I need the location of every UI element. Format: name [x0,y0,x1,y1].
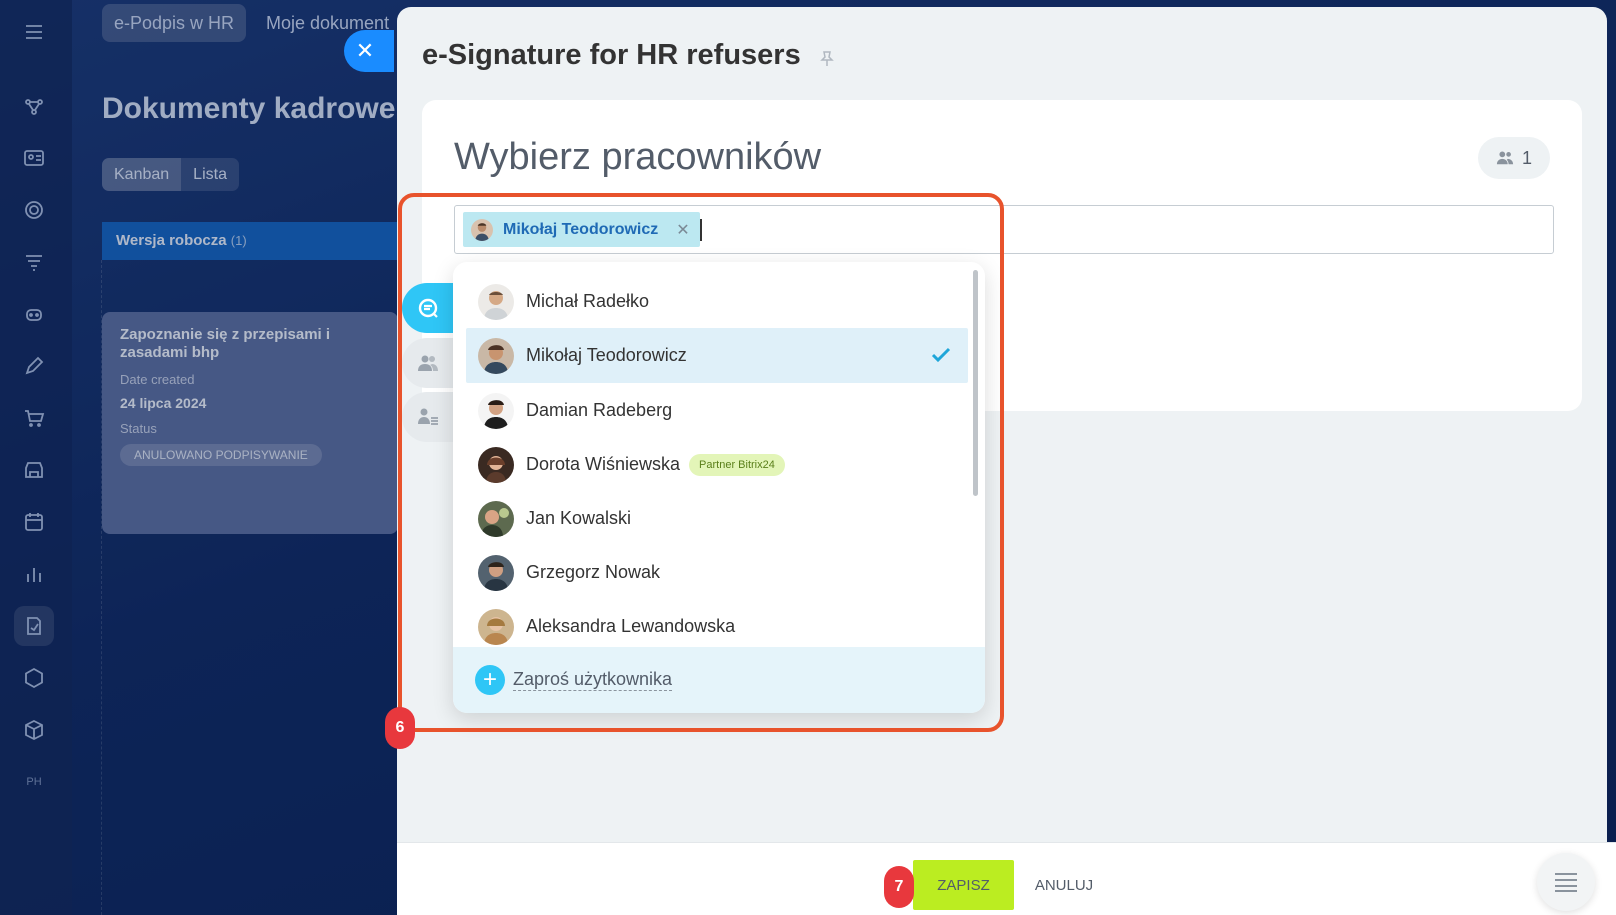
section-heading: Wybierz pracowników [454,136,822,178]
step-badge-7: 7 [884,866,914,908]
menu-button[interactable] [1537,853,1595,911]
selected-count-badge[interactable]: 1 [1478,137,1550,179]
selected-count: 1 [1521,147,1532,168]
panel-footer: ZAPISZ ANULUJ [397,842,1616,915]
close-icon: ✕ [355,38,375,63]
panel-title: e-Signature for HR refusers [422,39,801,71]
annotation-highlight-frame [398,193,1004,732]
people-icon [1496,151,1514,165]
save-button[interactable]: ZAPISZ [913,860,1014,910]
step-badge-6: 6 [385,707,415,749]
cancel-button[interactable]: ANULUJ [1023,860,1105,910]
list-menu-icon [1555,873,1577,892]
close-slider-button[interactable]: ✕ [344,30,394,72]
pin-icon[interactable] [817,49,837,69]
